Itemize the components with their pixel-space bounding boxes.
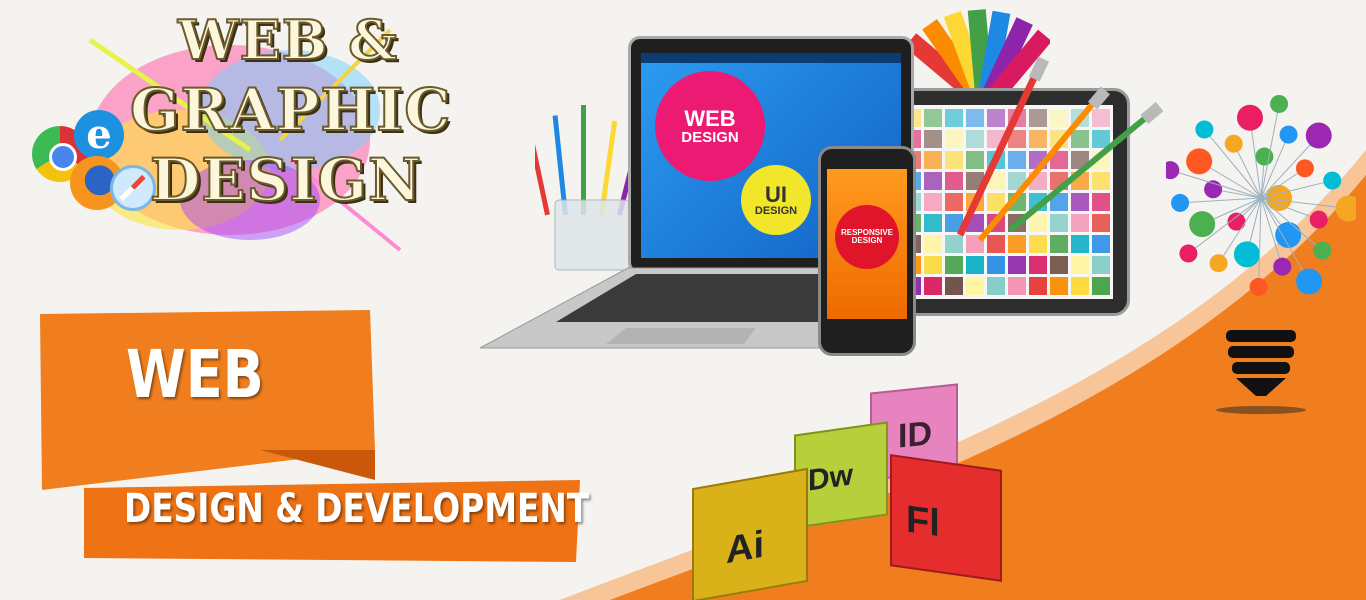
network-node [1305, 122, 1332, 149]
color-swatch [1092, 277, 1110, 295]
network-node [1189, 211, 1216, 238]
network-node [1270, 94, 1289, 113]
color-swatch [945, 256, 963, 274]
color-swatch [1092, 256, 1110, 274]
network-node [1255, 147, 1274, 166]
color-swatch [987, 256, 1005, 274]
lightbulb-icon [1166, 94, 1356, 414]
web-design-circle-line-2: DESIGN [681, 128, 739, 146]
network-node [1249, 277, 1268, 296]
color-swatch [987, 277, 1005, 295]
ie-icon: e [74, 110, 124, 160]
color-swatch [924, 256, 942, 274]
network-node [1296, 268, 1323, 295]
title-line-1: WEB & [177, 7, 398, 73]
color-swatch [1050, 256, 1068, 274]
color-swatch [1029, 277, 1047, 295]
color-swatch [1071, 256, 1089, 274]
network-node [1279, 125, 1298, 144]
network-node [1295, 159, 1314, 178]
color-swatch [966, 277, 984, 295]
color-swatch [966, 256, 984, 274]
color-swatch [1029, 256, 1047, 274]
ui-design-circle-line-1: UI [765, 181, 787, 207]
responsive-design-circle: RESPONSIVE DESIGN [835, 205, 899, 269]
color-swatch [1008, 256, 1026, 274]
title-line-3: DESIGN [149, 145, 423, 215]
network-node [1166, 161, 1180, 180]
responsive-line-2: DESIGN [851, 236, 883, 245]
network-node [1275, 221, 1302, 248]
hero-banner: e WEB & GRAPHIC DESIGN WEB DESIGN UI DES… [0, 0, 1366, 600]
phone-screen: RESPONSIVE DESIGN [827, 169, 907, 319]
network-node [1186, 148, 1213, 175]
fl-cube: Fl [890, 454, 1002, 582]
network-node [1273, 257, 1292, 276]
network-node [1224, 134, 1243, 153]
color-swatch [1050, 277, 1068, 295]
network-node [1335, 195, 1356, 222]
web-design-circle: WEB DESIGN [655, 71, 765, 181]
network-node [1313, 241, 1332, 260]
web-design-circle-line-1: WEB [684, 105, 736, 131]
network-node [1195, 120, 1214, 139]
dw-cube-label: Dw [808, 458, 853, 498]
phone: RESPONSIVE DESIGN [818, 146, 916, 356]
network-node [1209, 254, 1228, 273]
paint-brushes [956, 56, 1164, 242]
network-node [1233, 241, 1260, 268]
id-cube-label: ID [898, 414, 932, 456]
ui-design-circle-line-2: DESIGN [754, 204, 798, 217]
ui-design-circle: UI DESIGN [741, 165, 811, 235]
color-swatch [924, 277, 942, 295]
fl-cube-label: Fl [906, 498, 940, 546]
color-swatch [945, 277, 963, 295]
ai-cube-label: Ai [726, 523, 764, 573]
dw-cube: Dw [794, 421, 888, 529]
network-node [1323, 171, 1342, 190]
network-node [1171, 193, 1190, 212]
color-swatch [1071, 277, 1089, 295]
ai-cube: Ai [692, 467, 808, 600]
network-node [1309, 210, 1328, 229]
banner-top-word: WEB [126, 336, 264, 413]
network-node [1179, 244, 1198, 263]
title-line-2: GRAPHIC [129, 75, 452, 145]
banner-bottom-line: DESIGN & DEVELOPMENT [124, 486, 590, 532]
network-node [1236, 104, 1263, 131]
color-swatch [1008, 277, 1026, 295]
